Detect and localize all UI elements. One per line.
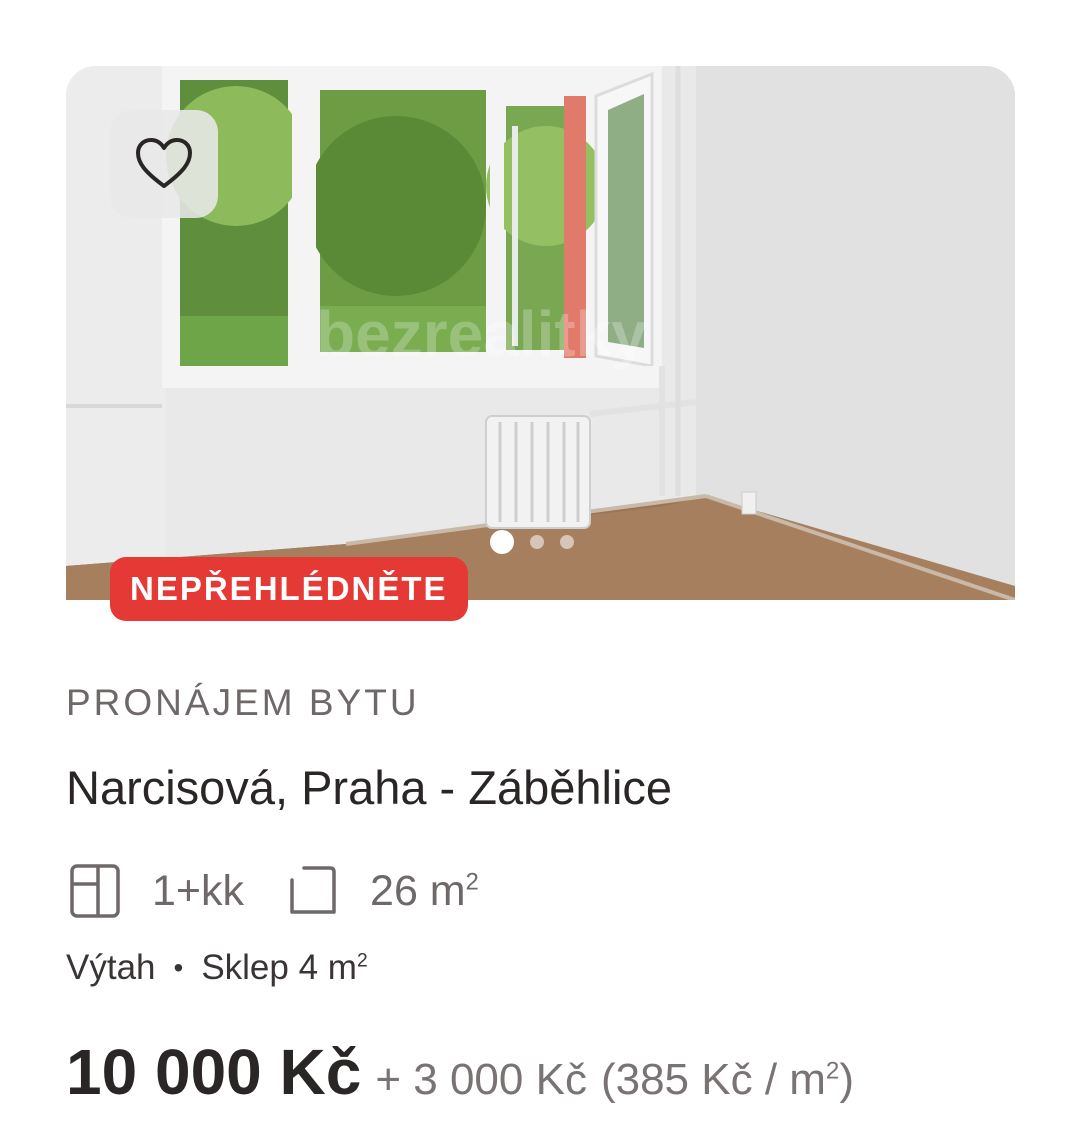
extra-costs: + 3 000 Kč (375, 1055, 587, 1104)
feature-elevator: Výtah (66, 948, 156, 987)
price-row: 10 000 Kč + 3 000 Kč (385 Kč / m2) (66, 1035, 854, 1109)
floorplan-icon (70, 864, 120, 918)
carousel-dot[interactable] (560, 535, 574, 549)
price: 10 000 Kč (66, 1036, 362, 1108)
photo-watermark: bezrealitky (316, 298, 647, 370)
listing-params: 1+kk 26 m2 (66, 862, 519, 920)
feature-separator: • (173, 952, 184, 983)
listing-card[interactable]: bezrealitky NEPŘEHLÉDNĚTE PRONÁJEM BYTU … (0, 0, 1080, 1136)
carousel-dot-active[interactable] (490, 530, 514, 554)
area-corner-icon (290, 866, 336, 914)
listing-address[interactable]: Narcisová, Praha - Záběhlice (66, 760, 672, 815)
listing-features: Výtah • Sklep 4 m2 (66, 948, 368, 988)
listing-type: PRONÁJEM BYTU (66, 682, 420, 723)
heart-outline-icon (136, 138, 192, 188)
highlight-badge: NEPŘEHLÉDNĚTE (110, 557, 468, 621)
price-per-m2: (385 Kč / m2) (600, 1055, 855, 1104)
carousel-indicator (490, 530, 574, 554)
area-value: 26 m2 (370, 866, 479, 915)
carousel-dot[interactable] (530, 535, 544, 549)
layout-value: 1+kk (152, 866, 245, 915)
feature-cellar: Sklep 4 m2 (201, 948, 368, 987)
favorite-button[interactable] (110, 110, 218, 218)
